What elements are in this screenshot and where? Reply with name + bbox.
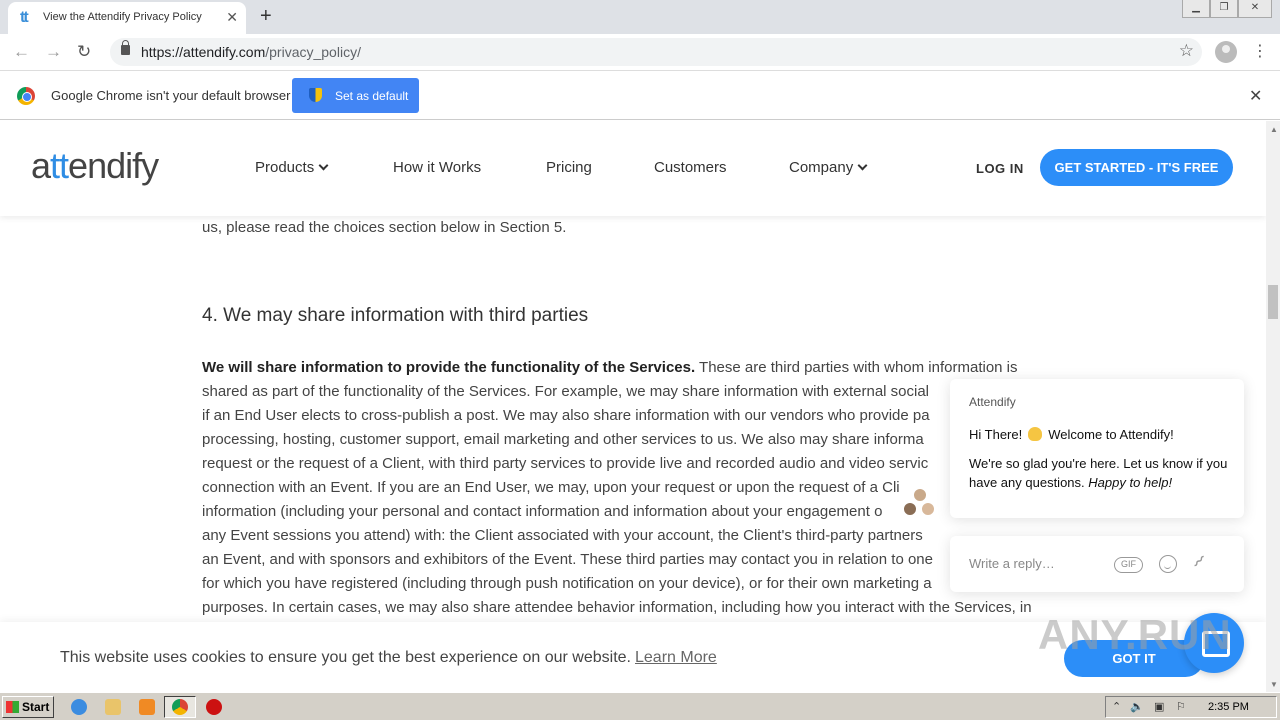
- back-icon[interactable]: ←: [13, 42, 30, 62]
- avatar: [920, 501, 936, 517]
- chevron-down-icon: [318, 160, 329, 171]
- reload-icon[interactable]: ↻: [77, 42, 91, 62]
- taskbar-chrome[interactable]: [164, 696, 196, 718]
- flag-icon[interactable]: ⚐: [1176, 700, 1186, 713]
- nav-customers[interactable]: Customers: [654, 159, 727, 176]
- emoji-icon[interactable]: [1159, 555, 1177, 573]
- chevron-down-icon: [857, 160, 868, 171]
- nav-pricing[interactable]: Pricing: [546, 159, 592, 176]
- chat-sender: Attendify: [969, 395, 1016, 409]
- stop-icon[interactable]: [206, 699, 222, 715]
- close-icon[interactable]: ✕: [1249, 86, 1262, 106]
- restore-icon[interactable]: ❐: [1210, 0, 1238, 18]
- browser-toolbar: ← → ↻ https://attendify.com/privacy_poli…: [0, 34, 1280, 71]
- chat-message-card[interactable]: Attendify Hi There! Welcome to Attendify!…: [950, 379, 1244, 518]
- tab-title: View the Attendify Privacy Policy: [43, 11, 202, 23]
- web-page: attendify Products How it Works Pricing …: [0, 121, 1266, 692]
- address-bar[interactable]: https://attendify.com/privacy_policy/ ☆: [110, 38, 1202, 66]
- lock-icon: [121, 40, 130, 55]
- anyrun-watermark: ANY.RUN: [1038, 611, 1232, 658]
- site-header: attendify Products How it Works Pricing …: [0, 121, 1266, 216]
- wave-icon: [1028, 427, 1043, 441]
- attendify-logo[interactable]: attendify: [31, 145, 159, 187]
- url-text: https://attendify.com/privacy_policy/: [141, 44, 361, 60]
- menu-icon[interactable]: ⋮: [1252, 41, 1268, 61]
- window-close-icon[interactable]: ✕: [1238, 0, 1272, 18]
- clock[interactable]: 2:35 PM: [1208, 701, 1249, 713]
- cookie-message: This website uses cookies to ensure you …: [60, 649, 717, 666]
- login-link[interactable]: LOG IN: [976, 161, 1024, 176]
- team-avatars: [902, 487, 942, 521]
- scroll-thumb[interactable]: [1268, 285, 1278, 319]
- scroll-up-icon[interactable]: ▲: [1270, 125, 1278, 134]
- profile-icon[interactable]: [1215, 41, 1237, 63]
- set-as-default-label: Set as default: [335, 89, 409, 103]
- chrome-logo-icon: [17, 87, 35, 105]
- page-scrollbar[interactable]: ▲ ▼: [1266, 121, 1280, 692]
- minimize-icon[interactable]: ▁: [1182, 0, 1210, 18]
- shield-icon: [309, 88, 322, 102]
- attach-icon[interactable]: ⌇: [1188, 552, 1208, 572]
- tab-favicon-icon: tt: [20, 9, 29, 26]
- browser-titlebar: tt View the Attendify Privacy Policy ✕ +…: [0, 0, 1280, 34]
- network-icon[interactable]: ▣: [1154, 700, 1164, 713]
- windows-logo-icon: [6, 701, 19, 713]
- close-icon[interactable]: ✕: [226, 9, 238, 26]
- chevron-up-icon[interactable]: ⌃: [1112, 700, 1121, 713]
- scroll-down-icon[interactable]: ▼: [1270, 680, 1278, 689]
- paragraph-text: us, please read the choices section belo…: [202, 219, 567, 236]
- browser-tab[interactable]: tt View the Attendify Privacy Policy ✕: [8, 2, 246, 34]
- learn-more-link[interactable]: Learn More: [635, 649, 717, 666]
- plus-icon[interactable]: +: [260, 5, 272, 28]
- system-tray: ⌃ 🔈 ▣ ⚐: [1105, 696, 1277, 718]
- nav-products[interactable]: Products: [255, 159, 329, 176]
- star-icon[interactable]: ☆: [1179, 41, 1194, 61]
- chrome-icon: [172, 699, 188, 715]
- set-as-default-button[interactable]: Set as default: [292, 78, 419, 113]
- folder-icon[interactable]: [105, 699, 121, 715]
- volume-icon[interactable]: 🔈: [1130, 700, 1144, 713]
- default-browser-infobar: Google Chrome isn't your default browser…: [0, 72, 1280, 120]
- chat-reply-box: Write a reply… GIF ⌇: [950, 536, 1244, 592]
- gif-button[interactable]: GIF: [1114, 557, 1143, 573]
- get-started-button[interactable]: GET STARTED - IT'S FREE: [1040, 149, 1233, 186]
- reply-input[interactable]: Write a reply…: [969, 556, 1055, 571]
- ie-icon[interactable]: [71, 699, 87, 715]
- infobar-message: Google Chrome isn't your default browser: [51, 88, 291, 103]
- chat-greeting: Hi There! Welcome to Attendify!: [969, 427, 1174, 442]
- avatar: [902, 501, 918, 517]
- chat-message: We're so glad you're here. Let us know i…: [969, 456, 1228, 490]
- windows-taskbar: Start ⌃ 🔈 ▣ ⚐ 2:35 PM: [0, 692, 1280, 720]
- forward-icon[interactable]: →: [45, 42, 62, 62]
- media-player-icon[interactable]: [139, 699, 155, 715]
- nav-how-it-works[interactable]: How it Works: [393, 159, 481, 176]
- section-heading: 4. We may share information with third p…: [202, 305, 589, 326]
- nav-company[interactable]: Company: [789, 159, 868, 176]
- lead-sentence: We will share information to provide the…: [202, 359, 696, 376]
- start-button[interactable]: Start: [2, 696, 54, 718]
